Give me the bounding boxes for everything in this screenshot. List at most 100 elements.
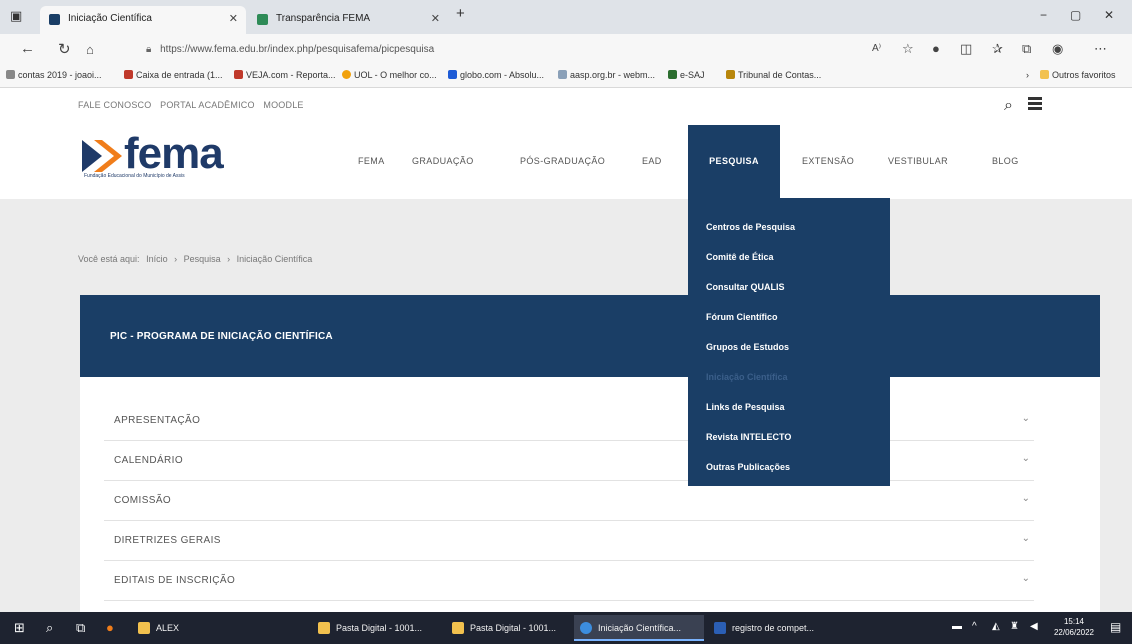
menu-item-extensao[interactable]: EXTENSÃO — [802, 156, 854, 166]
accordion-item-apresentacao[interactable]: APRESENTAÇÃO ⌄ — [104, 401, 1034, 441]
hamburger-menu-icon[interactable] — [1028, 97, 1042, 111]
minimize-icon[interactable]: − — [1040, 8, 1047, 22]
taskbar-app-label: Iniciação Científica... — [598, 623, 682, 633]
taskbar-app-alex[interactable]: ALEX — [132, 615, 212, 641]
windows-taskbar: ⊞ ⌕ ⧉ ● ALEX Pasta Digital - 1001... Pas… — [0, 612, 1132, 644]
edge-browser-icon — [580, 622, 592, 634]
menu-item-graduacao[interactable]: GRADUAÇÃO — [412, 156, 474, 166]
clock-date: 22/06/2022 — [1053, 628, 1095, 637]
fema-favicon-icon — [257, 14, 268, 25]
search-icon[interactable]: ⌕ — [1004, 97, 1013, 115]
maximize-icon[interactable]: ▢ — [1070, 8, 1081, 22]
accordion-item-diretrizes-gerais[interactable]: DIRETRIZES GERAIS ⌄ — [104, 521, 1034, 561]
dropdown-item-links-de-pesquisa[interactable]: Links de Pesquisa — [706, 402, 785, 412]
system-clock[interactable]: 15:14 22/06/2022 — [1052, 616, 1096, 638]
extension-icon[interactable]: ● — [932, 41, 940, 56]
dropdown-item-outras-publicacoes[interactable]: Outras Publicações — [706, 462, 790, 472]
accordion-item-editais-de-inscricao[interactable]: EDITAIS DE INSCRIÇÃO ⌄ — [104, 561, 1034, 601]
bookmark-item[interactable]: Tribunal de Contas... — [726, 70, 821, 80]
toplink-fale-conosco[interactable]: FALE CONOSCO — [78, 100, 151, 110]
bookmark-item[interactable]: Caixa de entrada (1... — [124, 70, 223, 80]
tab-actions-icon[interactable]: ▣ — [10, 8, 22, 24]
folder-icon — [1040, 70, 1049, 79]
dropdown-item-consultar-qualis[interactable]: Consultar QUALIS — [706, 282, 785, 292]
dropdown-item-centros-de-pesquisa[interactable]: Centros de Pesquisa — [706, 222, 795, 232]
folder-icon — [318, 622, 330, 634]
bookmark-item[interactable]: UOL - O melhor co... — [342, 70, 437, 80]
page-title: PIC - PROGRAMA DE INICIAÇÃO CIENTÍFICA — [110, 331, 333, 342]
profile-avatar-icon[interactable]: ◉ — [1052, 41, 1063, 57]
page-banner: PIC - PROGRAMA DE INICIAÇÃO CIENTÍFICA — [80, 295, 1100, 377]
taskbar-app-pasta-digital[interactable]: Pasta Digital - 1001... — [312, 615, 444, 641]
close-tab-icon[interactable]: ✕ — [229, 6, 238, 32]
tab-iniciacao-cientifica[interactable]: Iniciação Científica ✕ — [40, 6, 246, 34]
fema-logo[interactable]: fema Fundação Educacional do Município d… — [80, 129, 280, 189]
bookmark-item[interactable]: aasp.org.br - webm... — [558, 70, 655, 80]
taskbar-app-label: Pasta Digital - 1001... — [470, 623, 557, 633]
tab-capture-icon[interactable]: ◫ — [960, 41, 972, 57]
chrome-app-icon[interactable]: ● — [106, 620, 114, 635]
toplink-portal-academico[interactable]: PORTAL ACADÊMICO — [160, 100, 255, 110]
taskbar-app-edge-iniciacao[interactable]: Iniciação Científica... — [574, 615, 704, 641]
bookmark-item[interactable]: globo.com - Absolu... — [448, 70, 544, 80]
chevron-down-icon: ⌄ — [1021, 453, 1030, 464]
logo-text: fema — [124, 129, 224, 178]
menu-item-vestibular[interactable]: VESTIBULAR — [888, 156, 948, 166]
accordion-item-comissao[interactable]: COMISSÃO ⌄ — [104, 481, 1034, 521]
bookmarks-overflow-icon[interactable]: › — [1026, 70, 1029, 80]
dropdown-item-grupos-de-estudos[interactable]: Grupos de Estudos — [706, 342, 789, 352]
bookmark-favicon-icon — [342, 70, 351, 79]
accordion-card: APRESENTAÇÃO ⌄ CALENDÁRIO ⌄ COMISSÃO ⌄ D… — [80, 377, 1100, 612]
volume-icon[interactable]: ◀ — [1030, 621, 1038, 632]
fema-favicon-icon — [49, 14, 60, 25]
bookmark-item[interactable]: VEJA.com - Reporta... — [234, 70, 336, 80]
read-aloud-icon[interactable]: A⁾ — [872, 43, 881, 54]
other-favorites-folder[interactable]: Outros favoritos — [1040, 70, 1116, 80]
home-icon[interactable]: ⌂ — [86, 42, 94, 57]
tray-app-icon[interactable]: ▬ — [952, 621, 962, 632]
breadcrumb-inicio[interactable]: Início — [146, 254, 168, 264]
word-document-icon — [714, 622, 726, 634]
favorite-add-icon[interactable]: ☆ — [902, 41, 914, 57]
address-bar[interactable]: 🔒︎ https://www.fema.edu.br/index.php/pes… — [138, 39, 698, 61]
menu-item-fema[interactable]: FEMA — [358, 156, 385, 166]
more-options-icon[interactable]: ⋯ — [1094, 41, 1107, 57]
accordion-item-calendario[interactable]: CALENDÁRIO ⌄ — [104, 441, 1034, 481]
bookmark-favicon-icon — [124, 70, 133, 79]
tab-transparencia-fema[interactable]: Transparência FEMA ✕ — [248, 6, 448, 34]
lock-icon: 🔒︎ — [146, 44, 152, 55]
bookmark-label: contas 2019 - joaoi... — [18, 70, 102, 80]
favorites-icon[interactable]: ✰ — [992, 41, 1003, 57]
taskbar-app-label: Pasta Digital - 1001... — [336, 623, 423, 633]
dropdown-item-revista-intelecto[interactable]: Revista INTELECTO — [706, 432, 791, 442]
toplink-moodle[interactable]: MOODLE — [263, 100, 303, 110]
dropdown-item-forum-cientifico[interactable]: Fórum Científico — [706, 312, 778, 322]
close-tab-icon[interactable]: ✕ — [431, 6, 440, 32]
notifications-icon[interactable]: ▤ — [1110, 620, 1121, 634]
dropdown-item-comite-de-etica[interactable]: Comitê de Ética — [706, 252, 774, 262]
bookmark-item[interactable]: contas 2019 - joaoi... — [6, 70, 102, 80]
close-window-icon[interactable]: ✕ — [1104, 8, 1114, 22]
tray-expand-icon[interactable]: ^ — [972, 621, 977, 632]
taskbar-app-pasta-digital-2[interactable]: Pasta Digital - 1001... — [446, 615, 572, 641]
tray-app-icon[interactable]: ♜ — [1010, 621, 1019, 632]
task-view-icon[interactable]: ⧉ — [76, 620, 85, 636]
accordion-label: APRESENTAÇÃO — [114, 415, 201, 426]
reload-icon[interactable]: ↻ — [58, 40, 71, 58]
menu-item-pesquisa[interactable]: PESQUISA — [688, 125, 780, 198]
search-icon[interactable]: ⌕ — [46, 620, 53, 636]
network-icon[interactable]: ◭ — [992, 621, 1000, 632]
logo-subtitle: Fundação Educacional do Município de Ass… — [84, 173, 185, 179]
menu-item-pos-graduacao[interactable]: PÓS-GRADUAÇÃO — [520, 156, 605, 166]
windows-start-icon[interactable]: ⊞ — [14, 620, 25, 636]
menu-item-ead[interactable]: EAD — [642, 156, 662, 166]
bookmark-item[interactable]: e-SAJ — [668, 70, 705, 80]
breadcrumb-separator: › — [227, 254, 231, 264]
new-tab-button[interactable]: + — [456, 5, 465, 22]
back-arrow-icon[interactable]: ← — [20, 40, 35, 57]
breadcrumb-pesquisa[interactable]: Pesquisa — [184, 254, 221, 264]
menu-item-blog[interactable]: BLOG — [992, 156, 1019, 166]
dropdown-item-iniciacao-cientifica[interactable]: Iniciação Científica — [706, 372, 788, 382]
taskbar-app-registro[interactable]: registro de compet... — [708, 615, 834, 641]
collections-icon[interactable]: ⧉ — [1022, 41, 1031, 57]
